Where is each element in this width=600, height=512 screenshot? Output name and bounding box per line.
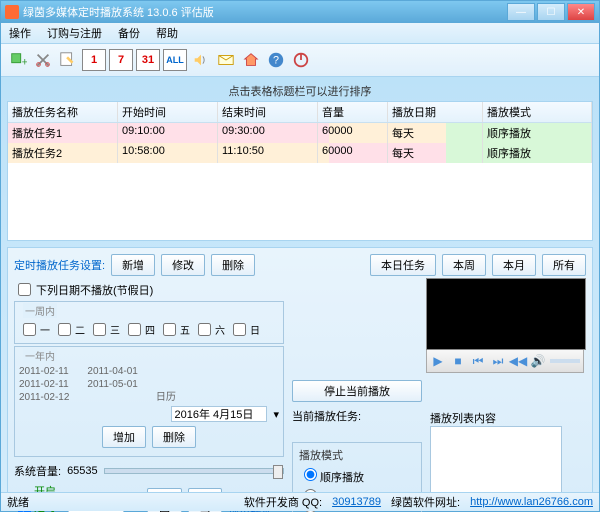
edit-icon[interactable]: [57, 49, 79, 71]
maximize-button[interactable]: ☐: [537, 3, 565, 21]
col-end[interactable]: 结束时间: [218, 102, 318, 122]
current-task-label: 当前播放任务:: [292, 408, 361, 424]
calendar-input[interactable]: [171, 406, 267, 422]
play-icon[interactable]: ▶: [430, 353, 446, 369]
dropdown-icon[interactable]: ▾: [273, 408, 279, 421]
weekday-checkbox[interactable]: 二: [54, 320, 85, 339]
menu-operate[interactable]: 操作: [5, 23, 35, 43]
menu-help[interactable]: 帮助: [152, 23, 182, 43]
playlist-box[interactable]: [430, 426, 562, 498]
next-icon[interactable]: ⏭: [490, 353, 506, 369]
grid-header[interactable]: 播放任务名称 开始时间 结束时间 音量 播放日期 播放模式: [8, 102, 592, 123]
mail-icon[interactable]: [215, 49, 237, 71]
help-icon[interactable]: ?: [265, 49, 287, 71]
filter-month-button[interactable]: 本月: [492, 254, 536, 276]
svg-text:+: +: [22, 56, 27, 68]
qq-link[interactable]: 30913789: [332, 496, 381, 508]
day31-button[interactable]: 31: [136, 49, 160, 71]
titlebar: 绿茵多媒体定时播放系统 13.0.6 评估版 — ☐ ✕: [1, 1, 599, 23]
player-volume-slider[interactable]: [550, 359, 580, 363]
weekday-checkbox[interactable]: 一: [19, 320, 50, 339]
add-button[interactable]: 新增: [111, 254, 155, 276]
all-button[interactable]: ALL: [163, 49, 187, 71]
minimize-button[interactable]: —: [507, 3, 535, 21]
mute-icon[interactable]: 🔊: [530, 353, 546, 369]
home-icon[interactable]: [240, 49, 262, 71]
delete-button[interactable]: 删除: [211, 254, 255, 276]
weekday-checkbox[interactable]: 四: [124, 320, 155, 339]
toolbar: + 1 7 31 ALL ?: [1, 44, 599, 77]
col-date[interactable]: 播放日期: [388, 102, 483, 122]
col-volume[interactable]: 音量: [318, 102, 388, 122]
volume-slider[interactable]: [104, 468, 284, 474]
close-button[interactable]: ✕: [567, 3, 595, 21]
col-name[interactable]: 播放任务名称: [8, 102, 118, 122]
svg-text:?: ?: [273, 55, 279, 67]
video-area[interactable]: [426, 278, 586, 350]
weekday-checkbox[interactable]: 六: [194, 320, 225, 339]
settings-panel: 定时播放任务设置: 新增 修改 删除 本日任务 本周 本月 所有 下列日期不播放…: [7, 247, 593, 511]
window-title: 绿茵多媒体定时播放系统 13.0.6 评估版: [23, 4, 507, 20]
table-row[interactable]: 播放任务1 09:10:00 09:30:00 60000 每天 顺序播放: [8, 123, 592, 143]
playlist-label: 播放列表内容: [430, 410, 562, 426]
year-fieldset: 一年内 2011-02-112011-02-112011-02-122011-0…: [14, 346, 284, 457]
stop-icon[interactable]: ■: [450, 353, 466, 369]
day7-button[interactable]: 7: [109, 49, 133, 71]
col-mode[interactable]: 播放模式: [483, 102, 592, 122]
sysvol-label: 系统音量:: [14, 463, 61, 479]
settings-label: 定时播放任务设置:: [14, 257, 105, 273]
status-ready: 就绪: [7, 494, 29, 510]
sort-hint: 点击表格标题栏可以进行排序: [7, 81, 593, 101]
task-grid[interactable]: 播放任务名称 开始时间 结束时间 音量 播放日期 播放模式 播放任务1 09:1…: [7, 101, 593, 241]
date-add-button[interactable]: 增加: [102, 426, 146, 448]
noplay-checkbox[interactable]: 下列日期不播放(节假日): [14, 280, 284, 299]
week-fieldset: 一周内 一二三四五六日: [14, 301, 284, 344]
col-start[interactable]: 开始时间: [118, 102, 218, 122]
filter-today-button[interactable]: 本日任务: [370, 254, 436, 276]
edit-button[interactable]: 修改: [161, 254, 205, 276]
sound-icon[interactable]: [190, 49, 212, 71]
power-icon[interactable]: [290, 49, 312, 71]
cut-icon[interactable]: [32, 49, 54, 71]
menu-buy[interactable]: 订购与注册: [43, 23, 106, 43]
menubar: 操作 订购与注册 备份 帮助: [1, 23, 599, 44]
site-link[interactable]: http://www.lan26766.com: [470, 496, 593, 508]
weekday-checkbox[interactable]: 五: [159, 320, 190, 339]
statusbar: 就绪 软件开发商 QQ: 30913789 绿茵软件网址: http://www…: [1, 492, 599, 511]
filter-all-button[interactable]: 所有: [542, 254, 586, 276]
rewind-icon[interactable]: ◀◀: [510, 353, 526, 369]
weekday-checkbox[interactable]: 日: [229, 320, 260, 339]
date-del-button[interactable]: 删除: [152, 426, 196, 448]
filter-week-button[interactable]: 本周: [442, 254, 486, 276]
add-icon[interactable]: +: [7, 49, 29, 71]
menu-backup[interactable]: 备份: [114, 23, 144, 43]
prev-icon[interactable]: ⏮: [470, 353, 486, 369]
media-player: ▶ ■ ⏮ ⏭ ◀◀ 🔊: [426, 278, 584, 373]
mode-seq-radio[interactable]: 顺序播放: [299, 465, 415, 485]
day1-button[interactable]: 1: [82, 49, 106, 71]
sysvol-value: 65535: [67, 465, 98, 477]
stop-button[interactable]: 停止当前播放: [292, 380, 422, 402]
app-icon: [5, 5, 19, 19]
weekday-checkbox[interactable]: 三: [89, 320, 120, 339]
table-row[interactable]: 播放任务2 10:58:00 11:10:50 60000 每天 顺序播放: [8, 143, 592, 163]
